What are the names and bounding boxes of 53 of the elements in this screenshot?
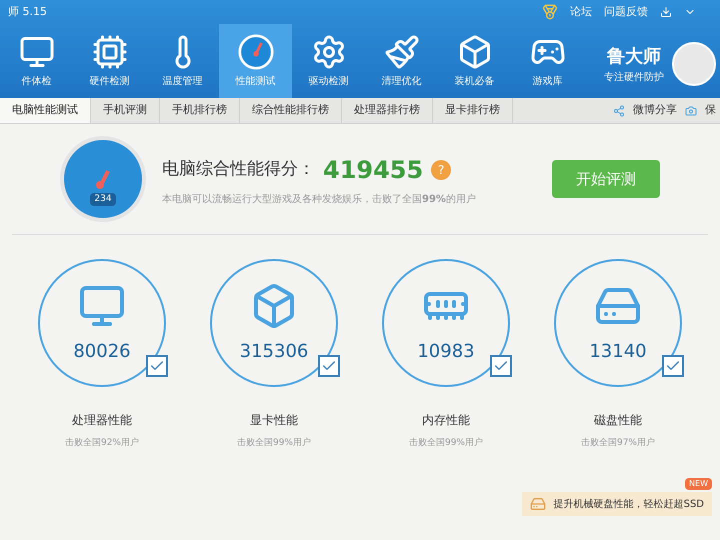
tab[interactable]: 手机评测 bbox=[91, 98, 160, 123]
checkbox[interactable] bbox=[318, 355, 340, 377]
checkbox[interactable] bbox=[490, 355, 512, 377]
checkbox[interactable] bbox=[662, 355, 684, 377]
circuit-board-icon bbox=[92, 34, 128, 70]
tab[interactable]: 处理器排行榜 bbox=[342, 98, 433, 123]
score-title: 电脑综合性能得分： bbox=[162, 158, 315, 181]
tab[interactable]: 显卡排行榜 bbox=[433, 98, 513, 123]
camera-icon bbox=[685, 104, 697, 116]
gauge-icon bbox=[238, 34, 274, 70]
new-badge: NEW bbox=[685, 478, 712, 490]
window-title: 师 5.15 bbox=[8, 4, 47, 20]
component-rank: 击败全国99%用户 bbox=[236, 437, 311, 450]
nav-item[interactable]: 游戏库 bbox=[511, 24, 584, 98]
tab[interactable]: 综合性能排行榜 bbox=[240, 98, 342, 123]
nav-item[interactable]: 装机必备 bbox=[438, 24, 511, 98]
share-link[interactable]: 微博分享 bbox=[633, 102, 677, 119]
tab[interactable]: 手机排行榜 bbox=[160, 98, 240, 123]
gauge-reading: 234 bbox=[90, 192, 116, 206]
tab[interactable]: 电脑性能测试 bbox=[0, 98, 91, 123]
medal-icon bbox=[542, 4, 558, 20]
checkbox[interactable] bbox=[146, 355, 168, 377]
nav-item[interactable]: 驱动检测 bbox=[292, 24, 365, 98]
score-description: 本电脑可以流畅运行大型游戏及各种发烧娱乐，击败了全国99%的用户 bbox=[162, 192, 477, 206]
nav-item[interactable]: 性能测试 bbox=[219, 24, 292, 98]
save-link[interactable]: 保 bbox=[705, 102, 716, 119]
component-name: 处理器性能 bbox=[72, 412, 132, 429]
component-rank: 击败全国97%用户 bbox=[580, 437, 655, 450]
top-link[interactable]: 论坛 bbox=[570, 4, 592, 20]
component-rank: 击败全国99%用户 bbox=[408, 437, 483, 450]
component-score: 80026 bbox=[73, 340, 131, 364]
start-test-button[interactable]: 开始评测 bbox=[552, 160, 660, 198]
component-rank: 击败全国92%用户 bbox=[64, 437, 139, 450]
component-name: 内存性能 bbox=[422, 412, 470, 429]
top-link[interactable]: 问题反馈 bbox=[604, 4, 648, 20]
component-score: 10983 bbox=[417, 340, 475, 364]
total-score: 419455 bbox=[323, 154, 424, 186]
broom-icon bbox=[384, 34, 420, 70]
component-score: 13140 bbox=[589, 340, 647, 364]
hard-drive-icon bbox=[530, 496, 546, 512]
nav-item[interactable]: 清理优化 bbox=[365, 24, 438, 98]
brand-slogan: 专注硬件防护 bbox=[604, 70, 664, 85]
component-score: 315306 bbox=[240, 340, 308, 364]
download-icon[interactable] bbox=[660, 6, 672, 18]
needle-icon bbox=[95, 168, 111, 188]
nav-item[interactable]: 温度管理 bbox=[146, 24, 219, 98]
nav-item[interactable]: 硬件检测 bbox=[73, 24, 146, 98]
nav-item[interactable]: 件体检 bbox=[0, 24, 73, 98]
avatar bbox=[672, 42, 716, 86]
component-name: 显卡性能 bbox=[250, 412, 298, 429]
component-name: 磁盘性能 bbox=[594, 412, 642, 429]
brand-name: 鲁大师 bbox=[607, 45, 661, 69]
promo-text[interactable]: 提升机械硬盘性能，轻松赶超SSD bbox=[554, 496, 704, 512]
